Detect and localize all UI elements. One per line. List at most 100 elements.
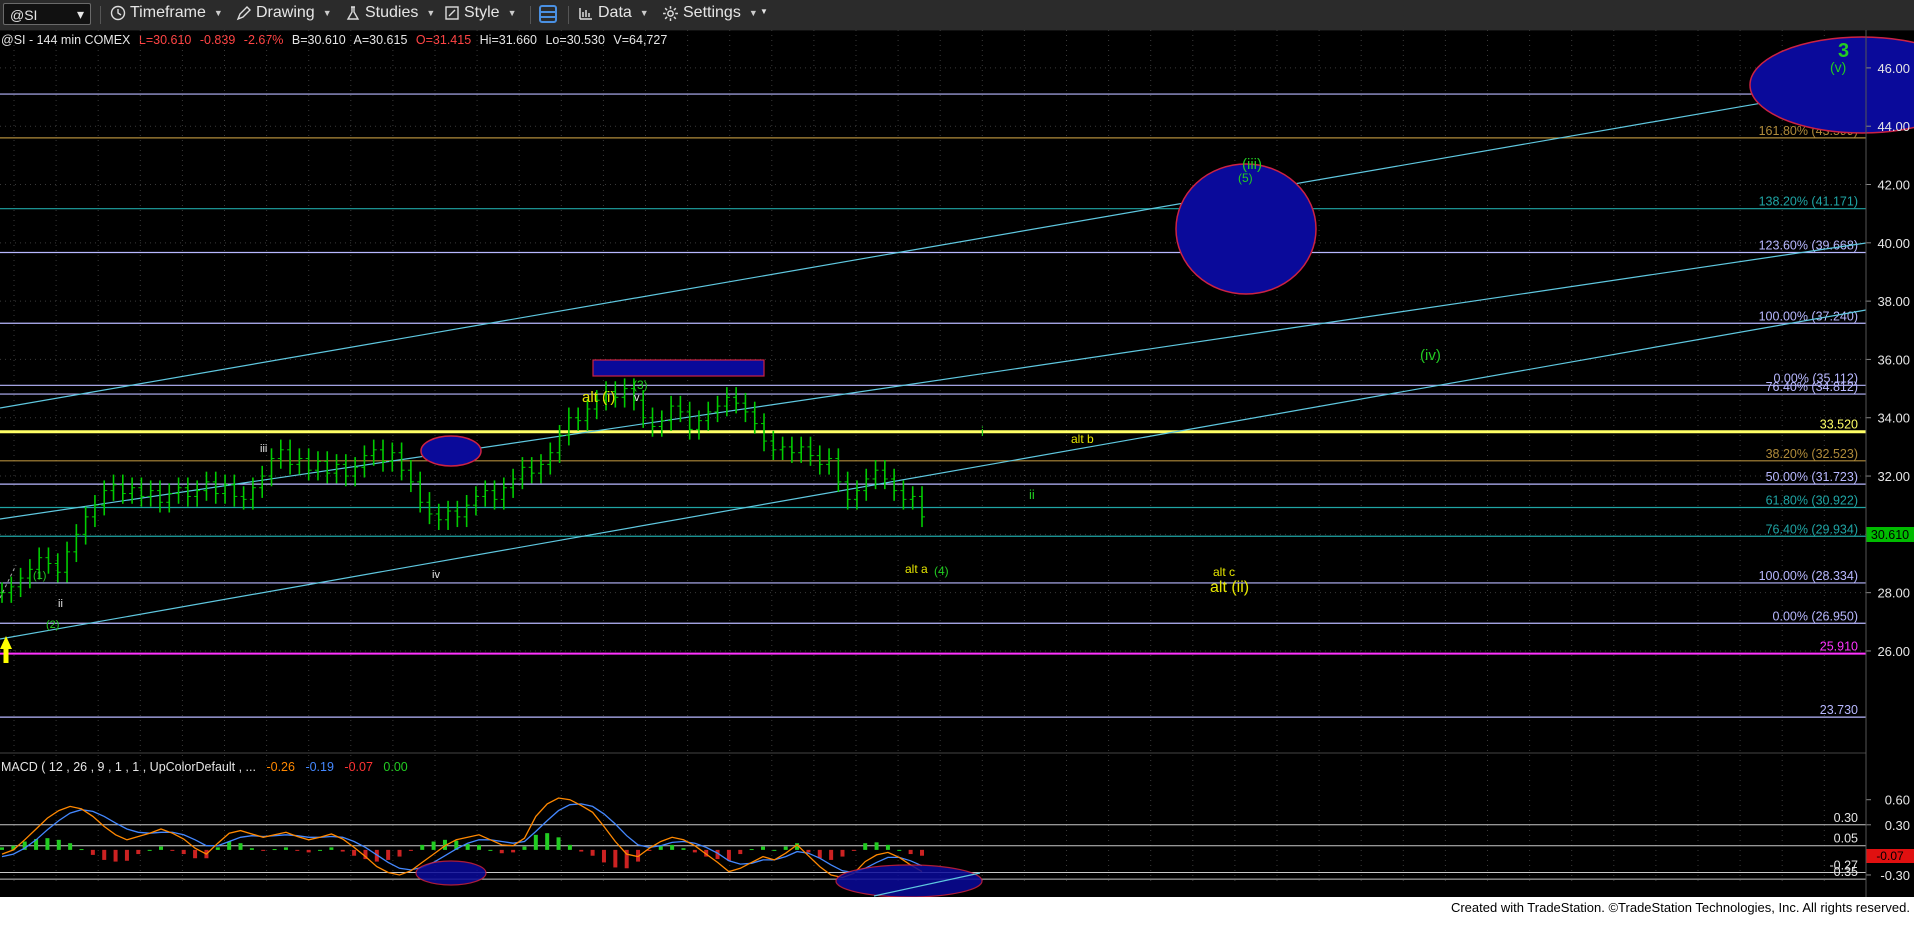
macd-histogram-bar	[408, 849, 413, 851]
price-tick-label: 38.00	[1877, 294, 1910, 309]
macd-histogram-bar	[102, 849, 107, 860]
data-button[interactable]: Data ▼	[578, 4, 649, 26]
macd-histogram-bar	[420, 844, 425, 850]
price-tick-label: 34.00	[1877, 411, 1910, 426]
fib-level-label: 50.00% (31.723)	[1766, 470, 1858, 484]
wave-label-iv: iv	[432, 569, 440, 581]
timeframe-button[interactable]: Timeframe ▼	[110, 4, 223, 26]
macd-histogram-bar	[874, 842, 879, 850]
footer: Created with TradeStation. ©TradeStation…	[0, 897, 1914, 949]
chevron-down-icon: ▼	[748, 8, 758, 18]
macd-histogram-bar	[601, 849, 606, 863]
wave-label-v-circled: (v)	[1830, 59, 1846, 75]
macd-histogram-bar	[670, 844, 675, 850]
style-icon	[445, 6, 459, 20]
svg-text:-0.07: -0.07	[1876, 849, 1904, 863]
macd-histogram-bar	[261, 849, 266, 851]
macd-histogram-bar	[318, 849, 323, 851]
symbol-selector[interactable]: @SI ▾	[3, 3, 91, 25]
macd-histogram-bar	[295, 849, 300, 851]
chevron-down-icon: ▼	[322, 8, 332, 18]
macd-legend-hist: -0.07	[344, 760, 373, 774]
studies-button[interactable]: Studies ▼	[345, 4, 435, 26]
macd-histogram-bar	[488, 849, 493, 851]
wave-label-alt-a: alt a	[905, 562, 928, 576]
drawing-button[interactable]: Drawing ▼	[236, 4, 332, 26]
macd-level-label: 0.05	[1834, 832, 1858, 846]
macd-histogram-bar	[272, 849, 277, 851]
svg-text:30.610: 30.610	[1871, 528, 1909, 542]
settings-button[interactable]: Settings ▼	[662, 4, 758, 26]
fib-level-label: 0.00% (26.950)	[1773, 609, 1858, 623]
trend-channel	[0, 84, 1867, 640]
fib-level-label: 33.520	[1820, 418, 1858, 432]
macd-tick-label: 0.60	[1885, 793, 1910, 808]
price-tick-label: 40.00	[1877, 236, 1910, 251]
price-tick-label: 26.00	[1877, 644, 1910, 659]
macd-histogram-bar	[533, 834, 538, 850]
macd-legend-signal: -0.19	[305, 760, 334, 774]
macd-histogram-bar	[556, 837, 561, 850]
macd-histogram-bar	[477, 844, 482, 850]
macd-divergence-ellipse-right	[835, 864, 983, 897]
toolbar-divider	[100, 6, 101, 24]
wave-label-alt-ii: alt (ii)	[1210, 579, 1249, 596]
macd-histogram-bar	[431, 841, 436, 850]
chevron-down-icon: ▼	[639, 8, 649, 18]
macd-histogram-bar	[283, 847, 288, 850]
macd-histogram-bar	[851, 849, 856, 851]
wave-label-alt-b: alt b	[1071, 432, 1094, 446]
toolbar-divider	[568, 6, 569, 24]
bar-chart-icon	[579, 8, 592, 20]
macd-histogram-bar	[79, 849, 84, 851]
macd-histogram-bar	[511, 849, 516, 853]
wave-label-v: v	[634, 392, 640, 404]
fib-level-label: 25.910	[1820, 640, 1858, 654]
macd-histogram-bar	[306, 849, 311, 853]
macd-histogram-bar	[613, 849, 618, 868]
toolbar-more-button[interactable]: ▼	[760, 7, 768, 29]
macd-histogram-bar	[908, 849, 913, 855]
macd-histogram-bar	[522, 846, 527, 850]
macd-level-label: 0.30	[1834, 811, 1858, 825]
macd-histogram-bar	[397, 849, 402, 857]
macd-histogram-bar	[692, 849, 697, 853]
chart-area[interactable]: @SI - 144 min COMEX L=30.610 -0.839 -2.6…	[0, 30, 1914, 897]
header-low: Lo=30.530	[545, 33, 604, 47]
macd-tick-label: 0.30	[1885, 818, 1910, 833]
macd-histogram-bar	[863, 843, 868, 850]
support-zone-ellipse	[420, 435, 482, 467]
toolbar-divider	[530, 6, 531, 24]
macd-legend-title: MACD ( 12 , 26 , 9 , 1 , 1 , UpColorDefa…	[1, 760, 256, 774]
flask-icon	[346, 6, 360, 20]
style-button[interactable]: Style ▼	[444, 4, 517, 26]
price-tick-label: 28.00	[1877, 586, 1910, 601]
fib-level-label: 76.40% (29.934)	[1766, 522, 1858, 536]
chevron-down-icon: ▼	[507, 8, 517, 18]
wave-label-alt-i: alt (i)	[582, 389, 615, 406]
macd-histogram-bar	[249, 848, 254, 850]
footer-credit: Created with TradeStation. ©TradeStation…	[1450, 900, 1910, 915]
macd-histogram-bar	[159, 846, 164, 850]
macd-histogram-bar	[772, 849, 777, 851]
macd-histogram-bar	[499, 849, 504, 854]
header-symbol-info: @SI - 144 min COMEX	[1, 33, 131, 47]
channel-middle-line	[0, 242, 1867, 520]
layout-button[interactable]	[538, 4, 562, 26]
macd-histogram-bar	[829, 849, 834, 860]
wave-label-3-paren: (3)	[633, 378, 648, 392]
macd-histogram-bar	[590, 849, 595, 856]
header-ask: A=30.615	[354, 33, 408, 47]
macd-histogram-bar	[56, 839, 61, 850]
wave-labels: 3 (v) (iii) (5) (iv) alt (i) (3) v i alt…	[33, 40, 1849, 631]
macd-legend-value: -0.26	[266, 760, 295, 774]
macd-histogram-bar	[760, 846, 765, 850]
wave-label-alt-c: alt c	[1213, 565, 1235, 579]
chevron-down-icon: ▾	[76, 6, 84, 22]
macd-histogram-bar	[897, 849, 902, 851]
macd-histogram-bar	[215, 847, 220, 850]
macd-tick-label: -0.30	[1880, 868, 1910, 883]
macd-histogram-bar	[681, 848, 686, 850]
chevron-down-icon: ▼	[426, 8, 436, 18]
macd-histogram-bar	[885, 844, 890, 850]
